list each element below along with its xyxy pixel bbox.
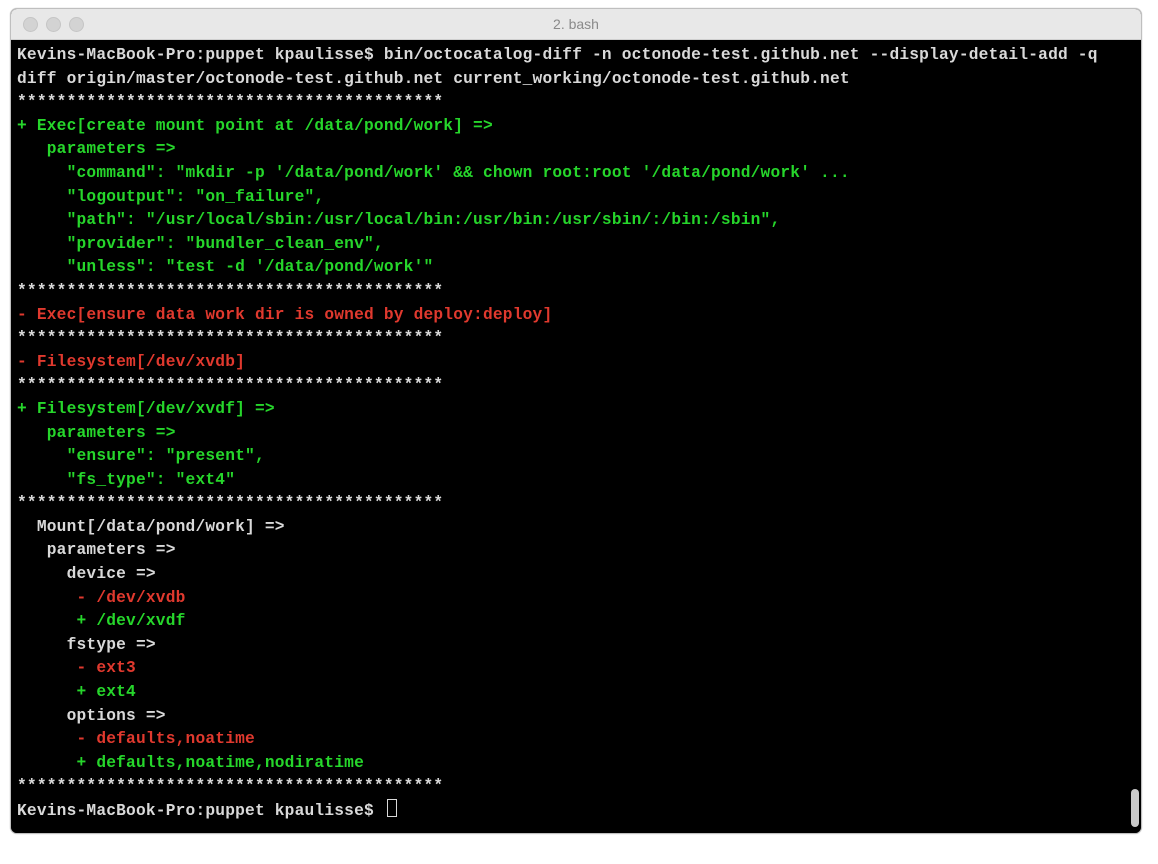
cursor-icon xyxy=(387,799,397,817)
terminal-line: ****************************************… xyxy=(17,93,443,111)
terminal-line: ****************************************… xyxy=(17,494,443,512)
terminal-line: - Exec[ensure data work dir is owned by … xyxy=(17,306,552,324)
terminal-line: + /dev/xvdf xyxy=(17,612,186,630)
terminal-body[interactable]: Kevins-MacBook-Pro:puppet kpaulisse$ bin… xyxy=(11,40,1141,833)
terminal-line: + Filesystem[/dev/xvdf] => xyxy=(17,400,275,418)
scrollbar-thumb[interactable] xyxy=(1131,789,1139,827)
terminal-line: + defaults,noatime,nodiratime xyxy=(17,754,364,772)
terminal-line: "logoutput": "on_failure", xyxy=(17,188,324,206)
titlebar: 2. bash xyxy=(11,9,1141,40)
terminal-line: "path": "/usr/local/sbin:/usr/local/bin:… xyxy=(17,211,780,229)
terminal-line: ****************************************… xyxy=(17,329,443,347)
terminal-line: ****************************************… xyxy=(17,376,443,394)
terminal-line: parameters => xyxy=(17,541,176,559)
terminal-line: diff origin/master/octonode-test.github.… xyxy=(17,70,850,88)
terminal-line: - /dev/xvdb xyxy=(17,589,186,607)
terminal-line: "ensure": "present", xyxy=(17,447,265,465)
zoom-icon[interactable] xyxy=(69,17,84,32)
terminal-prompt: Kevins-MacBook-Pro:puppet kpaulisse$ xyxy=(17,802,384,820)
terminal-line: parameters => xyxy=(17,424,176,442)
terminal-line: - ext3 xyxy=(17,659,136,677)
terminal-line: ****************************************… xyxy=(17,282,443,300)
terminal-line: - Filesystem[/dev/xvdb] xyxy=(17,353,245,371)
terminal-output[interactable]: Kevins-MacBook-Pro:puppet kpaulisse$ bin… xyxy=(17,44,1135,824)
terminal-line: device => xyxy=(17,565,156,583)
terminal-line: fstype => xyxy=(17,636,156,654)
window-controls xyxy=(23,17,84,32)
terminal-window: 2. bash Kevins-MacBook-Pro:puppet kpauli… xyxy=(10,8,1142,834)
terminal-line: parameters => xyxy=(17,140,176,158)
close-icon[interactable] xyxy=(23,17,38,32)
window-title: 2. bash xyxy=(11,16,1141,32)
terminal-line: + ext4 xyxy=(17,683,136,701)
terminal-line: + Exec[create mount point at /data/pond/… xyxy=(17,117,493,135)
terminal-line: - defaults,noatime xyxy=(17,730,255,748)
terminal-line: "unless": "test -d '/data/pond/work'" xyxy=(17,258,433,276)
terminal-line: Kevins-MacBook-Pro:puppet kpaulisse$ bin… xyxy=(17,46,1098,64)
terminal-line: "provider": "bundler_clean_env", xyxy=(17,235,384,253)
terminal-line: ****************************************… xyxy=(17,777,443,795)
terminal-line: options => xyxy=(17,707,166,725)
minimize-icon[interactable] xyxy=(46,17,61,32)
terminal-line: Mount[/data/pond/work] => xyxy=(17,518,285,536)
terminal-line: "fs_type": "ext4" xyxy=(17,471,235,489)
terminal-line: "command": "mkdir -p '/data/pond/work' &… xyxy=(17,164,850,182)
